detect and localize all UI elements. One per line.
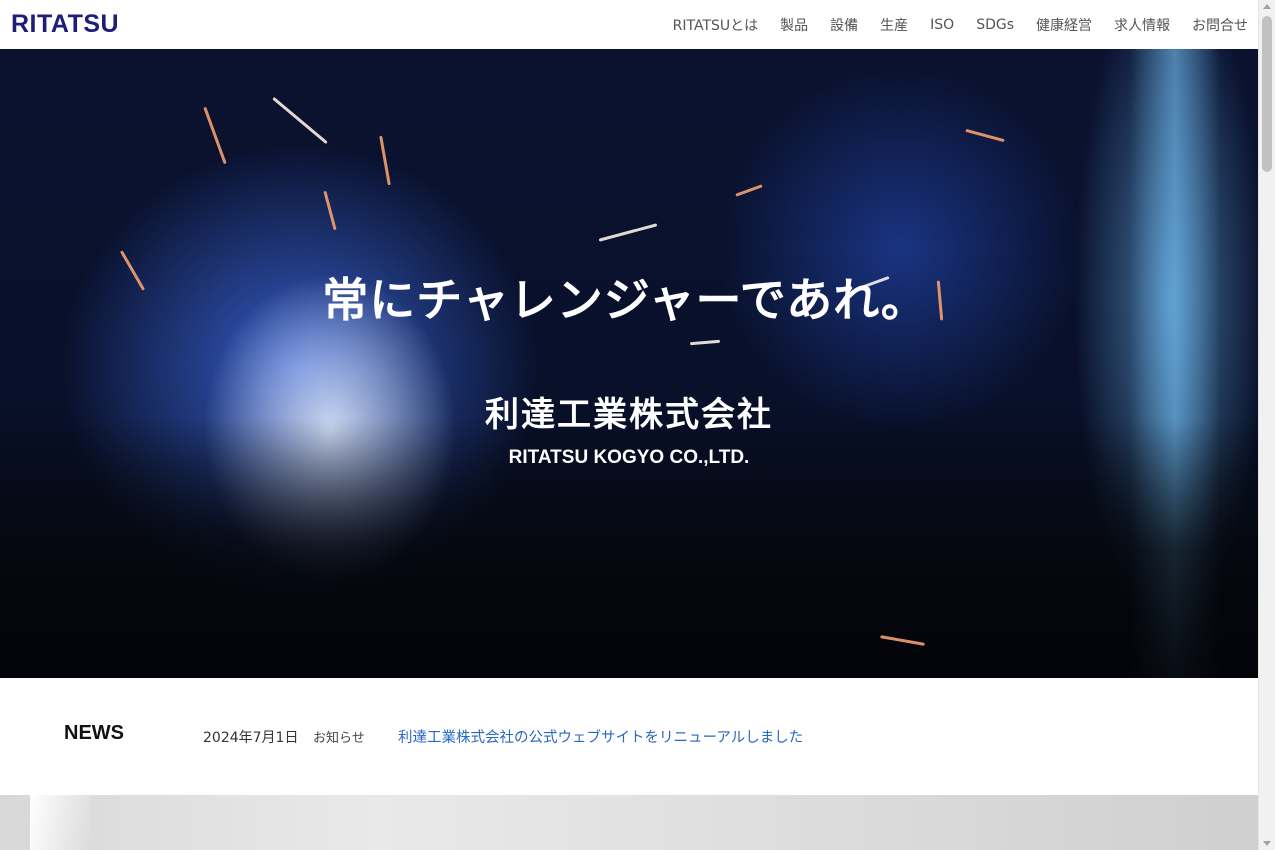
next-section-image	[30, 795, 90, 850]
news-section: NEWS 2024年7月1日 お知らせ 利達工業株式会社の公式ウェブサイトをリニ…	[0, 678, 1258, 795]
nav-item-equipment[interactable]: 設備	[830, 15, 858, 35]
page-scrollbar[interactable]	[1258, 0, 1275, 850]
nav-item-health-management[interactable]: 健康経営	[1036, 15, 1092, 35]
nav-item-about[interactable]: RITATSUとは	[673, 15, 759, 35]
hero-tagline: 常にチャレンジャーであれ。	[322, 273, 928, 327]
hero-section: 常にチャレンジャーであれ。 利達工業株式会社 RITATSU KOGYO CO.…	[0, 49, 1258, 678]
nav-item-iso[interactable]: ISO	[930, 17, 954, 33]
next-section-banner	[0, 795, 1258, 850]
hero-spark	[735, 184, 763, 197]
page: RITATSU RITATSUとは 製品 設備 生産 ISO SDGs 健康経営…	[0, 0, 1258, 850]
news-item-link[interactable]: 利達工業株式会社の公式ウェブサイトをリニューアルしました	[398, 726, 803, 747]
hero-company-name: 利達工業株式会社	[485, 395, 773, 435]
site-header: RITATSU RITATSUとは 製品 設備 生産 ISO SDGs 健康経営…	[0, 0, 1258, 49]
nav-item-sdgs[interactable]: SDGs	[976, 17, 1014, 33]
main-nav: RITATSUとは 製品 設備 生産 ISO SDGs 健康経営 求人情報 お問…	[673, 15, 1248, 35]
hero-spark	[598, 223, 658, 242]
nav-item-production[interactable]: 生産	[880, 15, 908, 35]
hero-spark	[203, 106, 227, 165]
arrow-down-icon[interactable]	[1263, 841, 1271, 846]
hero-company-name-en: RITATSU KOGYO CO.,LTD.	[508, 447, 750, 468]
nav-item-recruit[interactable]: 求人情報	[1114, 15, 1170, 35]
site-logo[interactable]: RITATSU	[11, 10, 119, 39]
news-item-date: 2024年7月1日	[203, 730, 299, 746]
scrollbar-thumb[interactable]	[1262, 16, 1272, 172]
arrow-up-icon[interactable]	[1263, 4, 1271, 9]
nav-item-contact[interactable]: お問合せ	[1192, 15, 1248, 35]
news-heading: NEWS	[64, 722, 124, 744]
hero-spark	[379, 135, 391, 186]
hero-spark	[272, 96, 328, 145]
hero-spark	[323, 190, 337, 231]
hero-spark	[965, 128, 1005, 143]
hero-spark	[689, 339, 721, 346]
nav-item-products[interactable]: 製品	[780, 15, 808, 35]
news-item-category: お知らせ	[313, 731, 365, 746]
